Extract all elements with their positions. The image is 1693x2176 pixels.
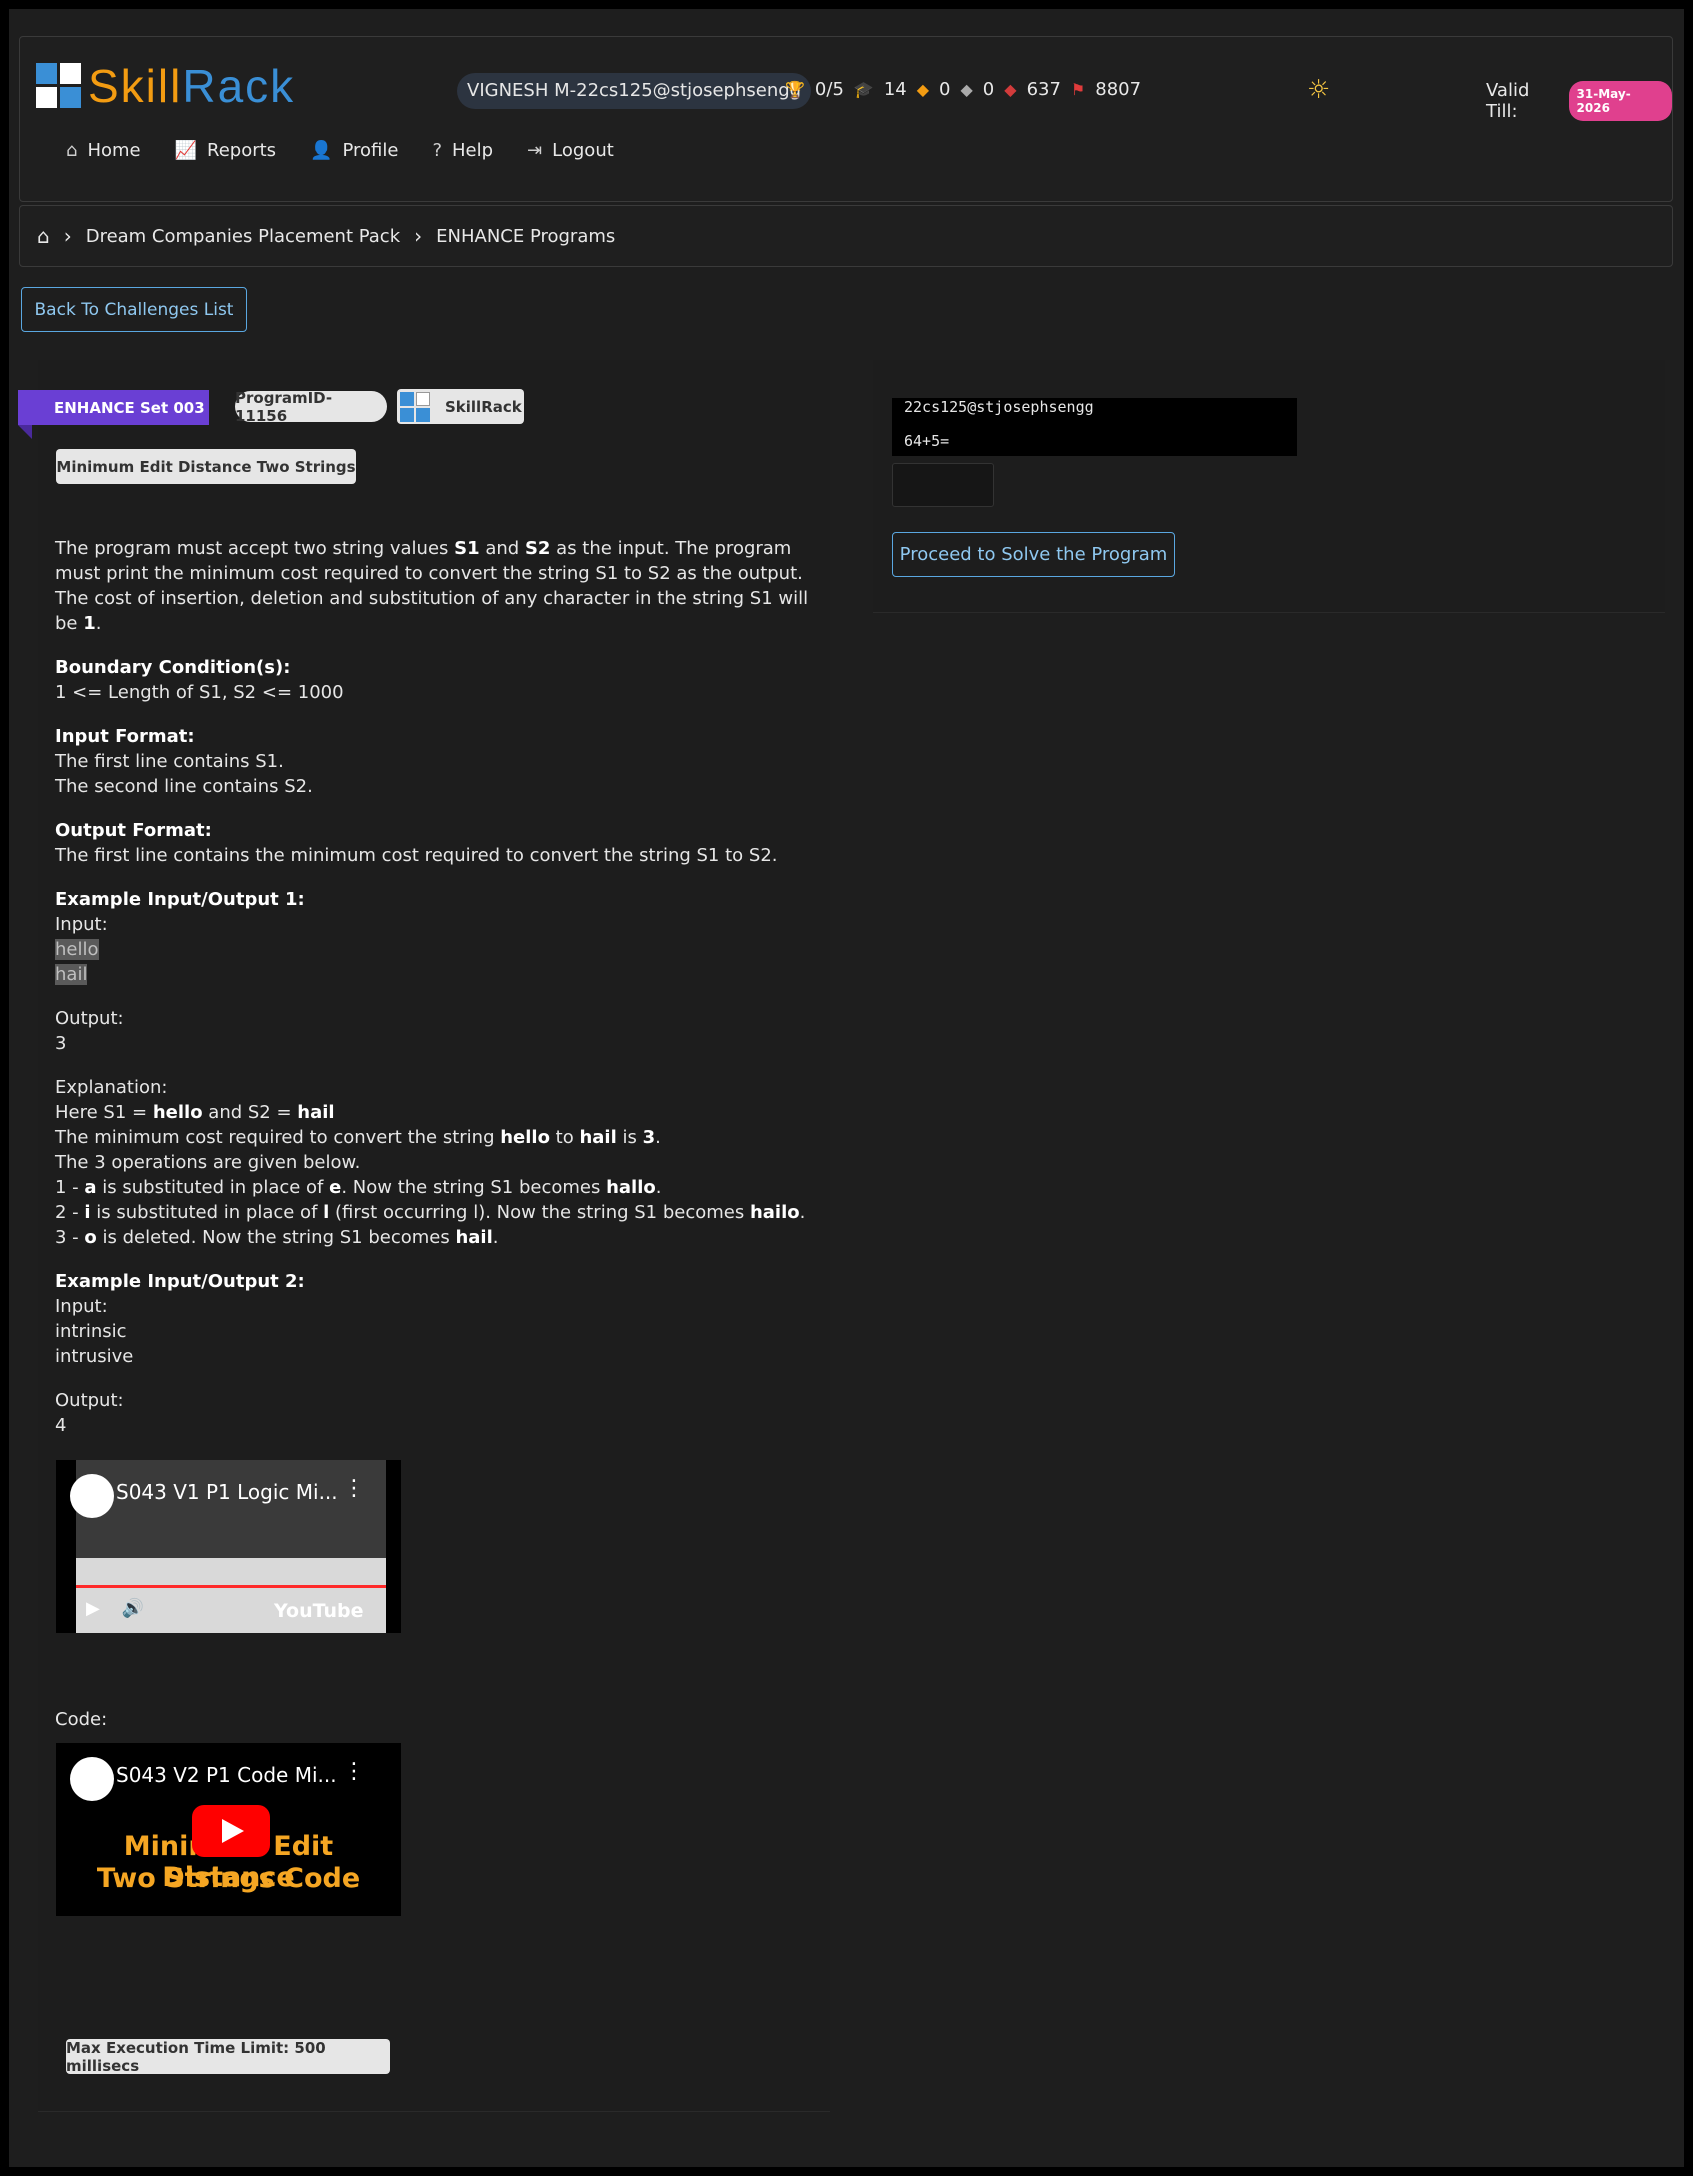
captcha-box: 22cs125@stjosephsengg 64+5= <box>892 398 1297 456</box>
user-stats: 🏆 0/5 🎓 14 ◆ 0 ◆ 0 ◆ 637 ⚑ 8807 <box>785 79 1141 100</box>
boundary-section: Boundary Condition(s): 1 <= Length of S1,… <box>55 657 344 703</box>
gold-medal-icon: ◆ <box>916 80 930 99</box>
main-nav: ⌂ Home 📈 Reports 👤 Profile ? Help ⇥ Logout <box>66 140 614 161</box>
stat-value: 14 <box>883 79 907 100</box>
ribbon-fold <box>18 425 32 439</box>
flag-icon: ⚑ <box>1070 80 1086 99</box>
nav-help[interactable]: ? Help <box>432 140 493 161</box>
bronze-medal-icon: ◆ <box>1004 80 1017 99</box>
nav-logout[interactable]: ⇥ Logout <box>527 140 614 161</box>
stat-value: 0/5 <box>814 79 844 100</box>
more-options-icon[interactable]: ⋮ <box>343 1759 365 1784</box>
volume-icon[interactable]: 🔊 <box>122 1598 144 1619</box>
badge-label: SkillRack <box>445 397 522 416</box>
theme-toggle-sun-icon[interactable]: ☼ <box>1307 75 1330 105</box>
description-paragraph: The program must accept two string value… <box>55 538 809 634</box>
skillrack-logo[interactable]: SkillRack <box>36 59 295 113</box>
skillrack-wordmark: SkillRack <box>88 60 296 112</box>
selected-text: hello <box>55 939 99 960</box>
skillrack-logo-icon <box>399 391 431 423</box>
video-thumbnail-text: Two Strings Code <box>96 1863 361 1894</box>
proceed-to-solve-button[interactable]: Proceed to Solve the Program <box>892 532 1175 577</box>
stat-value: 0 <box>939 79 951 100</box>
nav-label: Help <box>452 140 494 161</box>
valid-label: Valid Till: <box>1486 80 1530 122</box>
chevron-right-icon: › <box>63 224 72 248</box>
graduation-cap-icon: 🎓 <box>853 80 874 99</box>
nav-label: Profile <box>342 140 399 161</box>
selected-text: hail <box>55 964 88 985</box>
video-progress-bar[interactable] <box>76 1585 386 1588</box>
example-1-input: Example Input/Output 1: Input: hello hail <box>55 889 305 985</box>
chevron-right-icon: › <box>414 224 423 248</box>
execution-time-limit: Max Execution Time Limit: 500 millisecs <box>66 2039 390 2075</box>
stat-value: 637 <box>1026 79 1061 100</box>
stat-value: 8807 <box>1095 79 1142 100</box>
example-2-input: Example Input/Output 2: Input: intrinsic in… <box>55 1271 305 1367</box>
chart-icon: 📈 <box>174 140 198 161</box>
problem-title: Minimum Edit Distance Two Strings <box>56 449 356 484</box>
logout-icon: ⇥ <box>527 140 543 161</box>
breadcrumb-home-icon[interactable]: ⌂ <box>37 224 50 248</box>
code-label: Code: <box>55 1709 108 1730</box>
nav-reports[interactable]: 📈 Reports <box>175 140 276 161</box>
channel-avatar[interactable] <box>70 1757 114 1801</box>
nav-profile[interactable]: 👤 Profile <box>310 140 398 161</box>
user-badge: VIGNESH M-22cs125@stjosephsengg <box>457 73 812 109</box>
nav-label: Home <box>87 140 141 161</box>
user-icon: 👤 <box>310 140 333 161</box>
question-icon: ? <box>432 140 443 161</box>
more-options-icon[interactable]: ⋮ <box>343 1476 365 1501</box>
code-video-player[interactable]: S043 V2 P1 Code Mi... ⋮ Minimum Edit Dis… <box>56 1743 401 1916</box>
program-id-badge: ProgramID- 11156 <box>235 389 387 425</box>
play-icon[interactable]: ▶ <box>86 1598 100 1619</box>
youtube-logo[interactable]: YouTube <box>274 1600 363 1622</box>
skillrack-badge: SkillRack <box>397 389 524 424</box>
explanation: Explanation: Here S1 = hello and S2 = ha… <box>55 1077 806 1248</box>
video-title[interactable]: S043 V1 P1 Logic Mi... <box>116 1480 338 1504</box>
nav-label: Logout <box>552 140 614 161</box>
back-to-challenges-button[interactable]: Back To Challenges List <box>21 287 247 332</box>
example-2-output: Output: 4 <box>55 1390 124 1436</box>
captcha-question: 64+5= <box>904 432 950 450</box>
play-button-icon[interactable] <box>192 1805 270 1857</box>
captcha-answer-input[interactable] <box>892 463 994 507</box>
breadcrumb: ⌂ › Dream Companies Placement Pack › ENH… <box>19 205 1673 267</box>
breadcrumb-item[interactable]: Dream Companies Placement Pack <box>86 226 400 247</box>
example-1-output: Output: 3 <box>55 1008 124 1054</box>
trophy-icon: 🏆 <box>785 80 805 99</box>
logic-video-player[interactable]: S043 V1 P1 Logic Mi... ⋮ ▶ 🔊 YouTube <box>56 1460 401 1633</box>
channel-avatar[interactable] <box>70 1474 114 1518</box>
top-header: SkillRack VIGNESH M-22cs125@stjosephseng… <box>19 36 1673 202</box>
problem-description: The program must accept two string value… <box>55 536 825 1501</box>
stat-value: 0 <box>982 79 995 100</box>
nav-home[interactable]: ⌂ Home <box>66 140 141 161</box>
video-controls: ▶ 🔊 <box>86 1598 144 1619</box>
valid-date-badge: 31-May-2026 <box>1568 81 1672 121</box>
captcha-user: 22cs125@stjosephsengg <box>904 398 1094 416</box>
home-icon: ⌂ <box>66 140 78 161</box>
silver-medal-icon: ◆ <box>960 80 973 99</box>
video-title[interactable]: S043 V2 P1 Code Mi... <box>116 1763 337 1787</box>
input-format-section: Input Format: The first line contains S1.… <box>55 726 313 797</box>
skillrack-logo-icon <box>36 63 82 109</box>
output-format-section: Output Format: The first line contains th… <box>55 820 778 866</box>
nav-label: Reports <box>207 140 277 161</box>
breadcrumb-item[interactable]: ENHANCE Programs <box>436 226 615 247</box>
validity: Valid Till: 31-May-2026 <box>1486 80 1672 122</box>
set-ribbon: ENHANCE Set 003 <box>18 390 209 425</box>
